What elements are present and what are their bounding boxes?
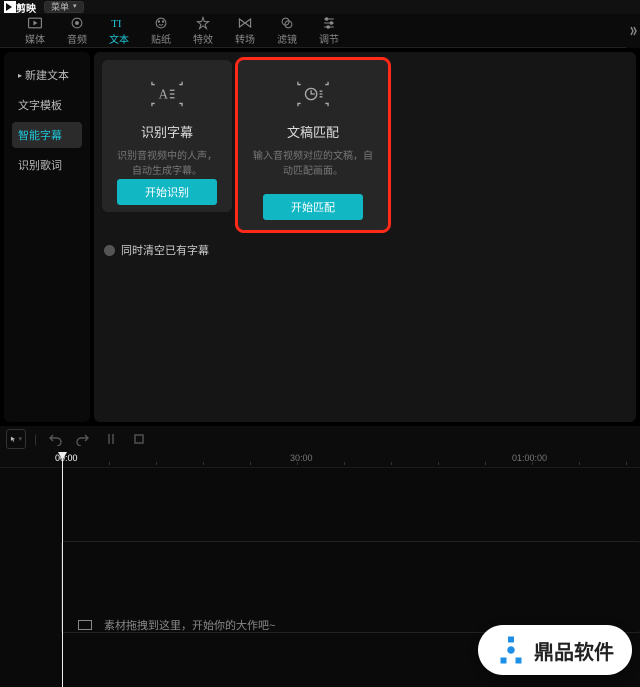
- panel-collapse-icon[interactable]: [626, 14, 640, 48]
- star-icon: [195, 16, 211, 30]
- subtitle-recognition-icon: A: [151, 80, 183, 108]
- split-icon[interactable]: [101, 429, 121, 449]
- watermark: 鼎品软件: [478, 625, 632, 675]
- main-area: ▸ 新建文本 文字模板 智能字幕 识别歌词 A 识别字幕: [0, 48, 640, 426]
- sticker-icon: [153, 16, 169, 30]
- image-icon: [78, 620, 92, 630]
- card-desc: 识别音视频中的人声，自动生成字幕。: [112, 149, 222, 179]
- filter-icon: [279, 16, 295, 30]
- ruler-label-0: 00:00: [55, 453, 78, 463]
- app-logo: 剪映: [4, 0, 36, 15]
- timeline-toolbar: |: [0, 426, 640, 452]
- text-icon: TI: [111, 16, 127, 30]
- titlebar: 剪映 菜单: [0, 0, 640, 14]
- clear-existing-checkbox[interactable]: [104, 245, 115, 256]
- clear-existing-checkbox-row: 同时清空已有字幕: [102, 242, 628, 258]
- top-tabbar: 媒体 音频 TI 文本 贴纸 特效 转场 滤镜: [0, 14, 640, 48]
- menu-button[interactable]: 菜单: [44, 1, 84, 13]
- clear-existing-label: 同时清空已有字幕: [121, 242, 209, 258]
- app-name: 剪映: [16, 0, 36, 15]
- svg-text:TI: TI: [111, 17, 122, 29]
- card-desc: 输入音视频对应的文稿，自动匹配画面。: [248, 149, 378, 179]
- tab-text[interactable]: TI 文本: [98, 14, 140, 47]
- redo-icon[interactable]: [73, 429, 93, 449]
- svg-text:A: A: [159, 87, 169, 102]
- start-recognize-button[interactable]: 开始识别: [117, 179, 217, 205]
- tab-audio[interactable]: 音频: [56, 14, 98, 47]
- card-recognize-subtitle: A 识别字幕 识别音视频中的人声，自动生成字幕。 开始识别: [102, 60, 232, 212]
- tab-adjust[interactable]: 调节: [308, 14, 350, 47]
- sidebar-item-lyrics[interactable]: 识别歌词: [12, 152, 82, 178]
- watermark-text: 鼎品软件: [534, 636, 614, 665]
- start-match-button[interactable]: 开始匹配: [263, 194, 363, 220]
- script-match-icon: [297, 80, 329, 108]
- content-panel: A 识别字幕 识别音视频中的人声，自动生成字幕。 开始识别: [94, 52, 636, 422]
- ruler-label-2: 01:00:00: [512, 453, 547, 463]
- transition-icon: [237, 16, 253, 30]
- sidebar-item-new-text[interactable]: ▸ 新建文本: [12, 62, 82, 88]
- sidebar-item-smart-subtitle[interactable]: 智能字幕: [12, 122, 82, 148]
- cursor-tool[interactable]: [6, 429, 26, 449]
- playhead[interactable]: [62, 452, 63, 687]
- watermark-logo-icon: [496, 635, 526, 665]
- tab-sticker[interactable]: 贴纸: [140, 14, 182, 47]
- sliders-icon: [321, 16, 337, 30]
- tab-transition[interactable]: 转场: [224, 14, 266, 47]
- tab-media[interactable]: 媒体: [14, 14, 56, 47]
- play-box-icon: [27, 16, 43, 30]
- delete-icon[interactable]: [129, 429, 149, 449]
- audio-icon: [69, 16, 85, 30]
- caret-right-icon: ▸: [18, 71, 22, 80]
- drop-hint-text: 素材拖拽到这里，开始你的大作吧~: [78, 617, 275, 633]
- tab-effects[interactable]: 特效: [182, 14, 224, 47]
- card-title: 识别字幕: [141, 122, 193, 141]
- undo-icon[interactable]: [45, 429, 65, 449]
- card-script-match: 文稿匹配 输入音视频对应的文稿，自动匹配画面。 开始匹配: [238, 60, 388, 230]
- sidebar-item-text-template[interactable]: 文字模板: [12, 92, 82, 118]
- ruler[interactable]: 00:00 30:00 01:00:00: [0, 452, 640, 468]
- card-title: 文稿匹配: [287, 122, 339, 141]
- ruler-label-1: 30:00: [290, 453, 313, 463]
- sidebar: ▸ 新建文本 文字模板 智能字幕 识别歌词: [4, 52, 90, 422]
- tab-filter[interactable]: 滤镜: [266, 14, 308, 47]
